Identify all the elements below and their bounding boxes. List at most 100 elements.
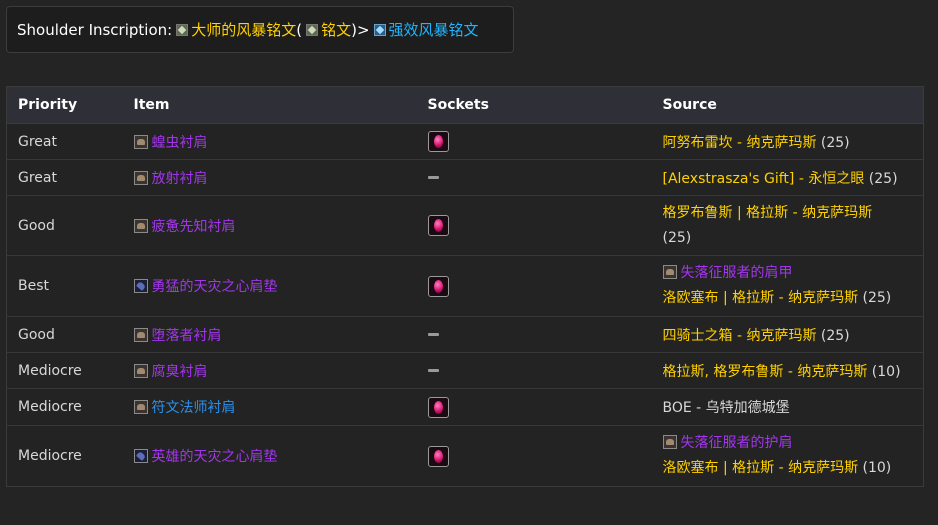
source-link[interactable]: 洛欧塞布 | 格拉斯 - 纳克萨玛斯	[663, 460, 859, 476]
item-cell: 英雄的天灾之心肩垫	[122, 425, 417, 487]
source-cell: 格拉斯, 格罗布鲁斯 - 纳克萨玛斯 (10)	[651, 352, 924, 389]
shoulder-pad-icon	[133, 279, 148, 293]
upgrade-arrow: >	[356, 20, 370, 39]
source-difficulty: (10)	[867, 363, 901, 380]
red-gem-socket-icon	[427, 131, 449, 152]
table-row: Mediocre 腐臭衬肩 格拉斯, 格罗布鲁斯 - 纳克萨玛斯 (10)	[6, 352, 924, 389]
source-link[interactable]: 格罗布鲁斯 | 格拉斯 - 纳克萨玛斯	[663, 205, 873, 221]
paren-open: (	[296, 20, 303, 39]
table-row: Best 勇猛的天灾之心肩垫 失落征服者的肩甲 洛欧塞布 | 格拉斯 - 纳克萨…	[6, 255, 924, 317]
sockets-cell	[416, 425, 652, 487]
table-row: Good 堕落者衬肩 四骑士之箱 - 纳克萨玛斯 (25)	[6, 316, 924, 353]
item-cell: 放射衬肩	[122, 159, 417, 196]
item-link[interactable]: 放射衬肩	[152, 171, 208, 187]
shoulder-items-table: Priority Item Sockets Source Great 蝗虫衬肩 …	[6, 86, 924, 487]
item-cell: 疲惫先知衬肩	[122, 195, 417, 256]
item-link[interactable]: 腐臭衬肩	[152, 364, 208, 380]
red-gem-socket-icon	[427, 215, 449, 236]
item-cell: 勇猛的天灾之心肩垫	[122, 255, 417, 317]
shoulder-icon	[133, 400, 148, 414]
table-row: Good 疲惫先知衬肩 格罗布鲁斯 | 格拉斯 - 纳克萨玛斯 (25)	[6, 195, 924, 256]
priority-cell: Great	[6, 159, 123, 196]
red-gem-socket-icon	[427, 275, 449, 297]
table-row: Mediocre 英雄的天灾之心肩垫 失落征服者的护肩 洛欧塞布 | 格拉斯 -…	[6, 425, 924, 487]
item-link[interactable]: 疲惫先知衬肩	[152, 219, 236, 235]
source-cell: 格罗布鲁斯 | 格拉斯 - 纳克萨玛斯 (25)	[651, 195, 924, 256]
token-icon	[662, 435, 677, 449]
shoulder-icon	[133, 170, 148, 185]
red-gem-socket-icon	[427, 445, 449, 467]
source-cell: 失落征服者的肩甲 洛欧塞布 | 格拉斯 - 纳克萨玛斯 (25)	[651, 255, 924, 317]
inscription-colon: :	[167, 20, 173, 39]
table-row: Great 放射衬肩 [Alexstrasza's Gift] - 永恒之眼 (…	[6, 159, 924, 196]
header-item: Item	[122, 86, 417, 124]
source-cell: [Alexstrasza's Gift] - 永恒之眼 (25)	[651, 159, 924, 196]
header-sockets: Sockets	[416, 86, 652, 124]
source-link[interactable]: 格拉斯, 格罗布鲁斯 - 纳克萨玛斯	[663, 364, 868, 380]
source-cell: 四骑士之箱 - 纳克萨玛斯 (25)	[651, 316, 924, 353]
sockets-cell	[416, 352, 652, 389]
source-text: BOE - 乌特加德城堡	[662, 400, 790, 416]
profession-icon	[306, 23, 319, 36]
token-link[interactable]: 失落征服者的肩甲	[681, 265, 793, 281]
source-link[interactable]: 四骑士之箱 - 纳克萨玛斯	[663, 328, 817, 344]
source-difficulty: (25)	[858, 290, 892, 306]
shoulder-pad-icon	[133, 449, 148, 463]
item-cell: 符文法师衬肩	[122, 388, 417, 426]
table-row: Mediocre 符文法师衬肩 BOE - 乌特加德城堡	[6, 388, 924, 426]
source-difficulty: (25)	[864, 170, 898, 187]
header-priority: Priority	[6, 86, 123, 124]
source-difficulty: (25)	[816, 327, 850, 344]
source-link[interactable]: [Alexstrasza's Gift] - 永恒之眼	[663, 171, 865, 187]
sockets-cell	[416, 316, 652, 353]
source-cell: 失落征服者的护肩 洛欧塞布 | 格拉斯 - 纳克萨玛斯 (10)	[651, 425, 924, 487]
priority-cell: Mediocre	[6, 425, 123, 487]
no-socket-dash	[427, 369, 439, 372]
item-link[interactable]: 堕落者衬肩	[152, 328, 222, 344]
item-cell: 腐臭衬肩	[122, 352, 417, 389]
source-link[interactable]: 洛欧塞布 | 格拉斯 - 纳克萨玛斯	[663, 290, 859, 306]
source-difficulty: (25)	[816, 134, 850, 151]
source-cell: 阿努布雷坎 - 纳克萨玛斯 (25)	[651, 123, 924, 160]
priority-cell: Best	[6, 255, 123, 317]
source-link[interactable]: 阿努布雷坎 - 纳克萨玛斯	[663, 135, 817, 151]
priority-cell: Mediocre	[6, 352, 123, 389]
table-header-row: Priority Item Sockets Source	[6, 86, 924, 124]
sockets-cell	[416, 255, 652, 317]
token-link[interactable]: 失落征服者的护肩	[681, 435, 793, 451]
inscription-blue-icon	[373, 23, 386, 36]
red-gem-socket-icon	[427, 396, 449, 418]
sockets-cell	[416, 123, 652, 160]
sockets-cell	[416, 388, 652, 426]
inscription-name-link[interactable]: 大师的风暴铭文	[191, 19, 296, 40]
profession-link[interactable]: 铭文	[321, 19, 351, 40]
sockets-cell	[416, 159, 652, 196]
shoulder-inscription-box: Shoulder Inscription: 大师的风暴铭文 (铭文) > 强效风…	[6, 6, 514, 53]
table-row: Great 蝗虫衬肩 阿努布雷坎 - 纳克萨玛斯 (25)	[6, 123, 924, 160]
no-socket-dash	[427, 333, 439, 336]
source-difficulty: (10)	[858, 460, 892, 476]
item-cell: 蝗虫衬肩	[122, 123, 417, 160]
token-icon	[662, 265, 677, 279]
shoulder-icon	[133, 327, 148, 342]
sockets-cell	[416, 195, 652, 256]
priority-cell: Good	[6, 195, 123, 256]
item-link[interactable]: 勇猛的天灾之心肩垫	[152, 279, 278, 295]
shoulder-icon	[133, 363, 148, 378]
item-link[interactable]: 英雄的天灾之心肩垫	[152, 449, 278, 465]
shoulder-icon	[133, 134, 148, 149]
header-source: Source	[651, 86, 924, 124]
inscription-label: Shoulder Inscription	[17, 20, 168, 39]
priority-cell: Good	[6, 316, 123, 353]
shoulder-icon	[133, 218, 148, 233]
item-link[interactable]: 符文法师衬肩	[152, 400, 236, 416]
source-cell: BOE - 乌特加德城堡	[651, 388, 924, 426]
inscription-icon	[176, 23, 189, 36]
item-cell: 堕落者衬肩	[122, 316, 417, 353]
priority-cell: Mediocre	[6, 388, 123, 426]
no-socket-dash	[427, 176, 439, 179]
upgrade-inscription-link[interactable]: 强效风暴铭文	[389, 19, 479, 40]
priority-cell: Great	[6, 123, 123, 160]
item-link[interactable]: 蝗虫衬肩	[152, 135, 208, 151]
source-difficulty: (25)	[662, 229, 692, 246]
